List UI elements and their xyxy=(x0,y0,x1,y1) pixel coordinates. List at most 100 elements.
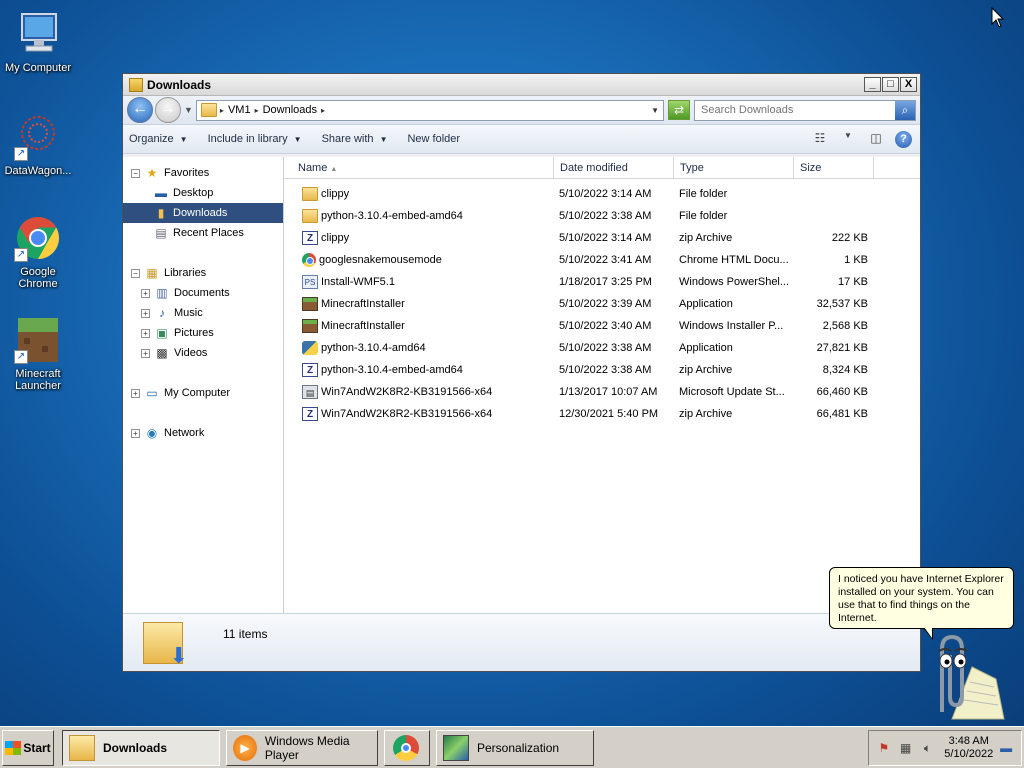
column-label: Name xyxy=(298,162,328,174)
file-row[interactable]: googlesnakemousemode 5/10/2022 3:41 AM Chr… xyxy=(284,249,920,271)
close-button[interactable]: X xyxy=(900,77,917,92)
nav-videos[interactable]: + ▩ Videos xyxy=(123,343,283,363)
taskbar-item-personalization[interactable]: Personalization xyxy=(436,729,594,766)
address-bar-row: ← → ▼ ▸ VM1 ▸ Downloads ▸ ▼ ⇄ ⌕ xyxy=(123,96,920,124)
file-row[interactable]: Z Win7AndW2K8R2-KB3191566-x64 12/30/2021 5… xyxy=(284,403,920,425)
forward-button[interactable]: → xyxy=(155,97,181,123)
taskbar-item-downloads[interactable]: Downloads xyxy=(62,729,220,766)
clock[interactable]: 3:48 AM 5/10/2022 xyxy=(944,735,993,761)
file-row[interactable]: ▤ Win7AndW2K8R2-KB3191566-x64 1/13/2017 10… xyxy=(284,381,920,403)
desktop-icon-datawagon[interactable]: ↗ DataWagon... xyxy=(0,113,76,177)
maximize-button[interactable]: □ xyxy=(882,77,899,92)
file-row[interactable]: clippy 5/10/2022 3:14 AM File folder xyxy=(284,183,920,205)
expand-icon[interactable]: + xyxy=(141,288,150,298)
back-button[interactable]: ← xyxy=(127,97,153,123)
organize-menu[interactable]: Organize ▼ xyxy=(129,133,188,145)
view-options-icon[interactable]: ☷ xyxy=(811,131,829,147)
window-title: Downloads xyxy=(147,77,212,92)
task-label: Windows Media Player xyxy=(264,733,350,762)
column-date-modified[interactable]: Date modified xyxy=(554,157,674,178)
file-row[interactable]: Zpython-3.10.4-embed-amd64 5/10/2022 3:38… xyxy=(284,359,920,381)
new-folder-button[interactable]: New folder xyxy=(407,133,460,145)
nav-documents[interactable]: + ▥ Documents xyxy=(123,283,283,303)
recent-pages-dropdown[interactable]: ▼ xyxy=(184,105,193,115)
chevron-right-icon[interactable]: ▸ xyxy=(255,106,259,115)
preview-pane-icon[interactable]: ◫ xyxy=(867,131,885,147)
file-date: 5/10/2022 3:38 AM xyxy=(559,364,652,376)
start-label: Start xyxy=(23,740,51,755)
file-type: Application xyxy=(679,342,733,354)
expand-icon[interactable]: + xyxy=(131,388,140,398)
zip-icon: Z xyxy=(302,363,318,377)
title-bar[interactable]: Downloads _ □ X xyxy=(123,74,920,96)
nav-network[interactable]: + ◉ Network xyxy=(123,423,283,443)
include-in-library-menu[interactable]: Include in library ▼ xyxy=(208,133,302,145)
file-row[interactable]: Zclippy 5/10/2022 3:14 AM zip Archive 222 K… xyxy=(284,227,920,249)
taskbar-item-windows-media-player[interactable]: ▶ Windows Media Player xyxy=(226,729,378,766)
chevron-right-icon[interactable]: ▸ xyxy=(321,106,325,115)
chevron-down-icon[interactable]: ▼ xyxy=(839,131,857,147)
desktop-icon-minecraft-launcher[interactable]: ↗ Minecraft Launcher xyxy=(0,316,76,392)
file-name-cell: PS Install-WMF5.1 xyxy=(284,275,554,289)
pictures-icon: ▣ xyxy=(156,326,168,340)
collapse-icon[interactable]: − xyxy=(131,168,140,178)
file-row[interactable]: MinecraftInstaller 5/10/2022 3:40 AM Windo… xyxy=(284,315,920,337)
nav-desktop[interactable]: ▬ Desktop xyxy=(123,183,283,203)
search-input[interactable] xyxy=(695,104,895,116)
clippy-icon[interactable] xyxy=(912,627,1008,723)
clippy-speech-balloon[interactable]: I noticed you have Internet Explorer ins… xyxy=(829,567,1014,640)
breadcrumb-vm1[interactable]: VM1 xyxy=(228,104,251,116)
nav-libraries[interactable]: − ▦ Libraries xyxy=(123,263,283,283)
minimize-button[interactable]: _ xyxy=(864,77,881,92)
nav-favorites[interactable]: − ★ Favorites xyxy=(123,163,283,183)
collapse-icon[interactable]: − xyxy=(131,268,140,278)
expand-icon[interactable]: + xyxy=(141,348,150,358)
nav-my-computer[interactable]: + ▭ My Computer xyxy=(123,383,283,403)
expand-icon[interactable]: + xyxy=(131,428,140,438)
file-row[interactable]: MinecraftInstaller 5/10/2022 3:39 AM Appli… xyxy=(284,293,920,315)
desktop-icon-my-computer[interactable]: My Computer xyxy=(0,10,76,74)
nav-label: Videos xyxy=(174,347,208,359)
file-size: 8,324 KB xyxy=(822,364,868,376)
expand-icon[interactable]: + xyxy=(141,308,150,318)
volume-icon[interactable]: 🔈︎ xyxy=(921,740,935,756)
address-dropdown-icon[interactable]: ▼ xyxy=(651,106,659,115)
network-icon[interactable]: ▦ xyxy=(899,740,913,756)
column-size[interactable]: Size xyxy=(794,157,874,178)
address-bar[interactable]: ▸ VM1 ▸ Downloads ▸ ▼ xyxy=(195,99,664,121)
nav-downloads[interactable]: ▮ Downloads xyxy=(123,203,283,223)
search-icon[interactable]: ⌕ xyxy=(895,100,915,120)
nav-label: Network xyxy=(164,427,205,439)
column-name[interactable]: Name ▲ xyxy=(284,157,554,178)
file-row[interactable]: python-3.10.4-embed-amd64 5/10/2022 3:38 … xyxy=(284,205,920,227)
nav-label: Pictures xyxy=(174,327,214,339)
help-icon[interactable]: ? xyxy=(895,130,912,148)
breadcrumb-downloads[interactable]: Downloads xyxy=(263,104,317,116)
show-desktop-icon[interactable]: ▬ xyxy=(999,740,1013,756)
taskbar: Start Downloads ▶ Windows Media Player P… xyxy=(0,726,1024,768)
nav-recent-places[interactable]: ▤ Recent Places xyxy=(123,223,283,243)
column-spacer xyxy=(874,157,920,178)
chevron-right-icon[interactable]: ▸ xyxy=(220,106,224,115)
refresh-button[interactable]: ⇄ xyxy=(668,100,690,120)
start-button[interactable]: Start xyxy=(2,729,54,766)
file-row[interactable]: PS Install-WMF5.1 1/18/2017 3:25 PM Windows… xyxy=(284,271,920,293)
taskbar-item-chrome[interactable] xyxy=(384,729,430,766)
file-date: 1/13/2017 10:07 AM xyxy=(559,386,658,398)
file-row[interactable]: python-3.10.4-amd64 5/10/2022 3:38 AM Appl… xyxy=(284,337,920,359)
shortcut-arrow-icon: ↗ xyxy=(14,147,28,161)
recent-places-icon: ▤ xyxy=(155,226,167,240)
desktop-icon-google-chrome[interactable]: ↗ Google Chrome xyxy=(0,214,76,290)
column-type[interactable]: Type xyxy=(674,157,794,178)
expand-icon[interactable]: + xyxy=(141,328,150,338)
chrome-icon: ↗ xyxy=(14,214,62,262)
nav-music[interactable]: + ♪ Music xyxy=(123,303,283,323)
folder-icon xyxy=(302,187,318,201)
share-with-menu[interactable]: Share with ▼ xyxy=(322,133,388,145)
action-center-flag-icon[interactable]: ⚑ xyxy=(877,740,891,756)
star-icon: ★ xyxy=(146,166,158,180)
file-date: 5/10/2022 3:41 AM xyxy=(559,254,652,266)
desktop-icon-label: My Computer xyxy=(4,62,72,74)
nav-pictures[interactable]: + ▣ Pictures xyxy=(123,323,283,343)
file-name: clippy xyxy=(321,188,350,200)
